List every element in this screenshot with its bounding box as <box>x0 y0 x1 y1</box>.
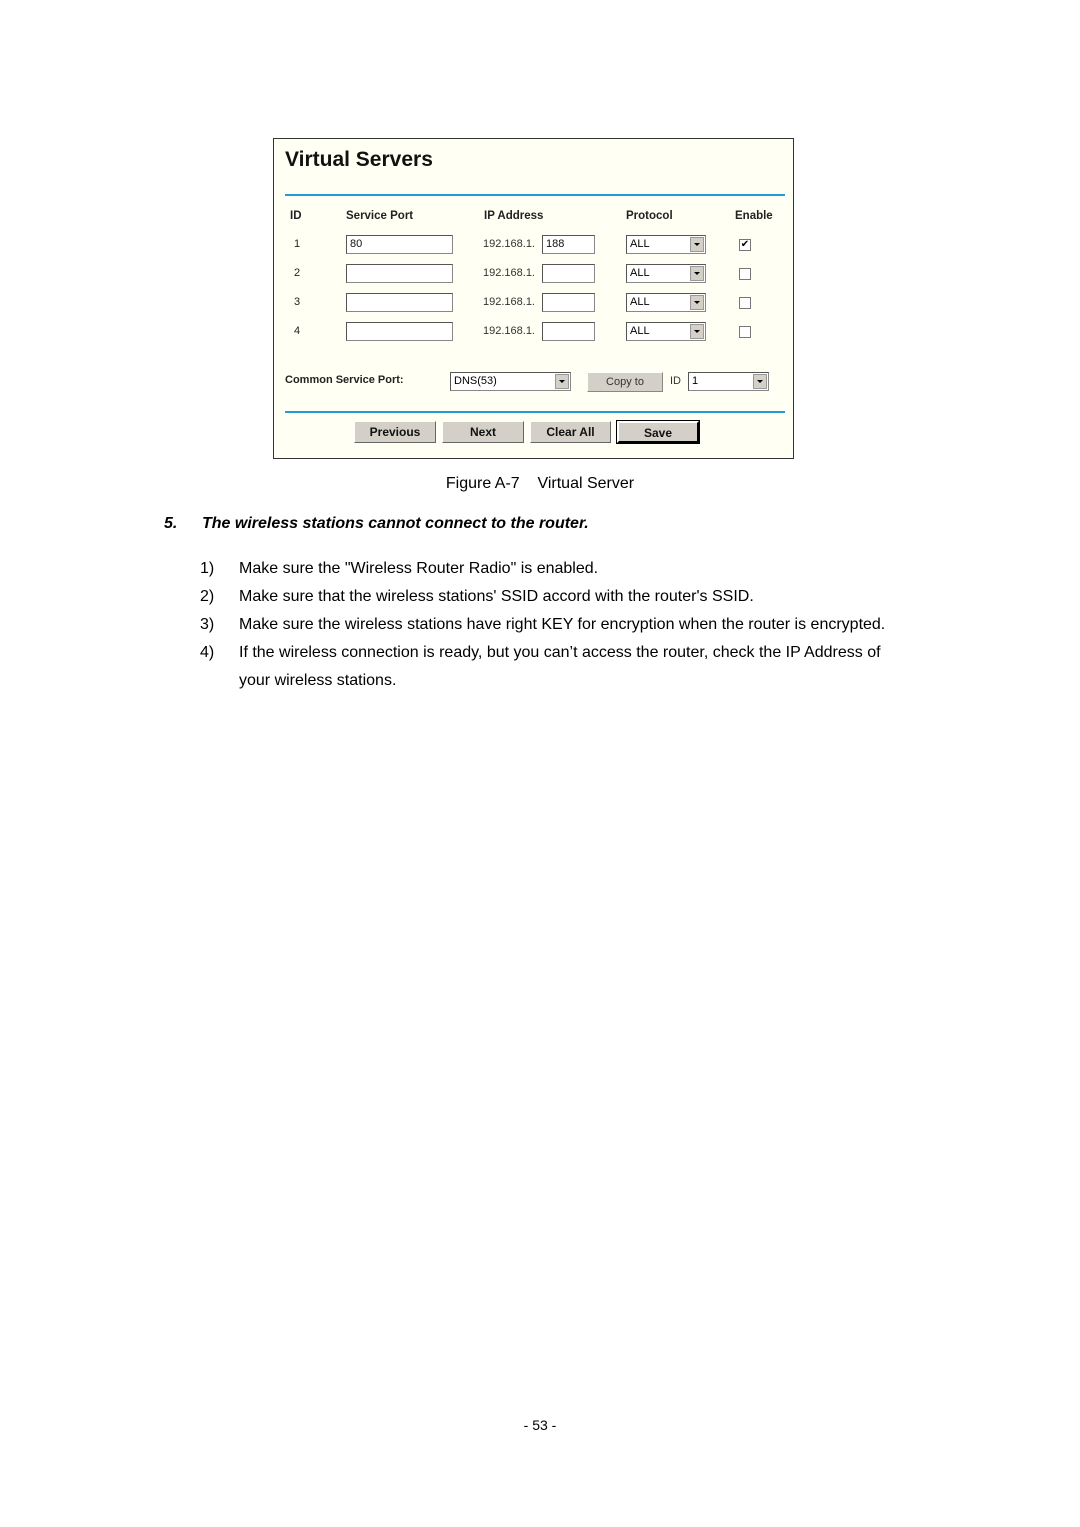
service-port-input[interactable] <box>346 322 453 341</box>
ip-last-octet-input[interactable] <box>542 322 595 341</box>
col-header-protocol: Protocol <box>626 210 673 222</box>
divider-top <box>285 194 785 196</box>
item-text: Make sure that the wireless stations' SS… <box>239 588 754 605</box>
ip-prefix: 192.168.1. <box>483 267 535 279</box>
protocol-value: ALL <box>630 238 650 250</box>
protocol-select[interactable]: ALL <box>626 293 706 312</box>
id-select-value: 1 <box>692 375 699 387</box>
chevron-down-icon[interactable] <box>555 374 569 389</box>
chevron-down-icon[interactable] <box>690 237 704 252</box>
ip-prefix: 192.168.1. <box>483 296 535 308</box>
previous-button[interactable]: Previous <box>354 421 436 443</box>
clear-all-button[interactable]: Clear All <box>530 421 611 443</box>
ip-prefix: 192.168.1. <box>483 325 535 337</box>
col-header-service-port: Service Port <box>346 210 414 222</box>
ip-prefix: 192.168.1. <box>483 238 535 250</box>
item-number: 4) <box>200 644 215 661</box>
chevron-down-icon[interactable] <box>690 266 704 281</box>
protocol-value: ALL <box>630 325 650 337</box>
row-id: 3 <box>294 296 301 308</box>
item-text: Make sure the "Wireless Router Radio" is… <box>239 560 599 577</box>
enable-checkbox[interactable]: ✔ <box>739 239 751 251</box>
enable-checkbox[interactable] <box>739 297 751 309</box>
item-number: 2) <box>200 588 215 605</box>
col-header-ip-address: IP Address <box>484 210 544 222</box>
troubleshooting-list: 1) Make sure the "Wireless Router Radio" … <box>200 555 915 695</box>
section-title: The wireless stations cannot connect to … <box>202 515 589 532</box>
list-item: 4) If the wireless connection is ready, b… <box>200 639 915 695</box>
common-service-port-value: DNS(53) <box>454 375 497 387</box>
col-header-id: ID <box>290 210 302 222</box>
section-number: 5. <box>164 515 178 532</box>
panel-title: Virtual Servers <box>285 148 433 171</box>
page-number: - 53 - <box>523 1417 557 1433</box>
list-item: 1) Make sure the "Wireless Router Radio" … <box>200 555 915 583</box>
col-header-enable: Enable <box>735 210 773 222</box>
chevron-down-icon[interactable] <box>753 374 767 389</box>
id-label: ID <box>670 375 681 387</box>
section-heading: 5. The wireless stations cannot connect t… <box>164 515 589 533</box>
table-row: 2 192.168.1. ALL <box>274 264 793 286</box>
table-row: 4 192.168.1. ALL <box>274 322 793 344</box>
item-text: Make sure the wireless stations have rig… <box>239 616 886 633</box>
protocol-value: ALL <box>630 267 650 279</box>
protocol-select[interactable]: ALL <box>626 322 706 341</box>
protocol-select[interactable]: ALL <box>626 235 706 254</box>
item-text: If the wireless connection is ready, but… <box>239 644 881 689</box>
protocol-select[interactable]: ALL <box>626 264 706 283</box>
protocol-value: ALL <box>630 296 650 308</box>
copy-to-button[interactable]: Copy to <box>587 372 663 392</box>
ip-last-octet-input[interactable]: 188 <box>542 235 595 254</box>
next-button[interactable]: Next <box>442 421 524 443</box>
row-id: 1 <box>294 238 301 250</box>
item-number: 1) <box>200 560 215 577</box>
figure-caption: Figure A-7 Virtual Server <box>445 475 635 492</box>
common-service-port-label: Common Service Port: <box>285 374 404 386</box>
table-row: 1 80 192.168.1. 188 ALL ✔ <box>274 235 793 257</box>
list-item: 2) Make sure that the wireless stations' … <box>200 583 915 611</box>
common-service-port-select[interactable]: DNS(53) <box>450 372 571 391</box>
ip-last-octet-input[interactable] <box>542 264 595 283</box>
service-port-input[interactable] <box>346 293 453 312</box>
ip-last-octet-input[interactable] <box>542 293 595 312</box>
virtual-servers-figure: Virtual Servers ID Service Port IP Addre… <box>273 138 794 459</box>
divider-bottom <box>285 411 785 413</box>
list-item: 3) Make sure the wireless stations have r… <box>200 611 915 639</box>
enable-checkbox[interactable] <box>739 268 751 280</box>
service-port-input[interactable] <box>346 264 453 283</box>
item-number: 3) <box>200 616 215 633</box>
chevron-down-icon[interactable] <box>690 324 704 339</box>
id-select[interactable]: 1 <box>688 372 769 391</box>
save-button[interactable]: Save <box>616 420 700 444</box>
service-port-input[interactable]: 80 <box>346 235 453 254</box>
chevron-down-icon[interactable] <box>690 295 704 310</box>
row-id: 4 <box>294 325 301 337</box>
table-row: 3 192.168.1. ALL <box>274 293 793 315</box>
row-id: 2 <box>294 267 301 279</box>
enable-checkbox[interactable] <box>739 326 751 338</box>
